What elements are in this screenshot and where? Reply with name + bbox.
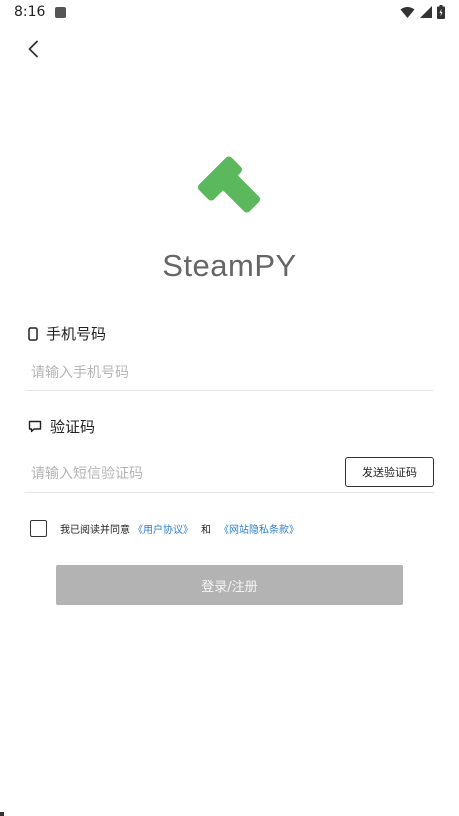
chevron-left-icon — [28, 40, 38, 58]
status-icons — [400, 5, 445, 19]
status-time: 8:16 — [14, 4, 46, 20]
user-agreement-link[interactable]: 《用户协议》 — [133, 521, 193, 536]
notification-icon — [55, 7, 66, 18]
battery-icon — [437, 5, 445, 19]
code-label-text: 验证码 — [50, 418, 96, 436]
send-code-button[interactable]: 发送验证码 — [345, 457, 434, 487]
code-label: 验证码 — [28, 416, 95, 437]
phone-field[interactable] — [25, 356, 434, 391]
phone-label: 手机号码 — [28, 323, 106, 344]
steampy-logo — [197, 156, 261, 213]
message-icon — [28, 420, 42, 433]
agreement-prefix: 我已阅读并同意 — [60, 525, 130, 536]
phone-icon — [28, 326, 38, 341]
phone-label-text: 手机号码 — [46, 325, 107, 343]
back-button[interactable] — [18, 34, 48, 64]
phone-input[interactable] — [25, 356, 434, 390]
wifi-icon — [400, 6, 415, 18]
agreement-checkbox[interactable] — [30, 520, 47, 537]
status-bar: 8:16 — [0, 0, 459, 26]
privacy-policy-link[interactable]: 《网站隐私条款》 — [219, 521, 299, 536]
agreement-row: 我已阅读并同意 《用户协议》 和 《网站隐私条款》 — [30, 520, 302, 537]
signal-icon — [420, 6, 432, 18]
login-register-button[interactable]: 登录/注册 — [56, 565, 403, 605]
app-name: SteamPY — [162, 248, 297, 283]
agreement-and: 和 — [201, 525, 211, 536]
corner-mark — [0, 812, 4, 816]
